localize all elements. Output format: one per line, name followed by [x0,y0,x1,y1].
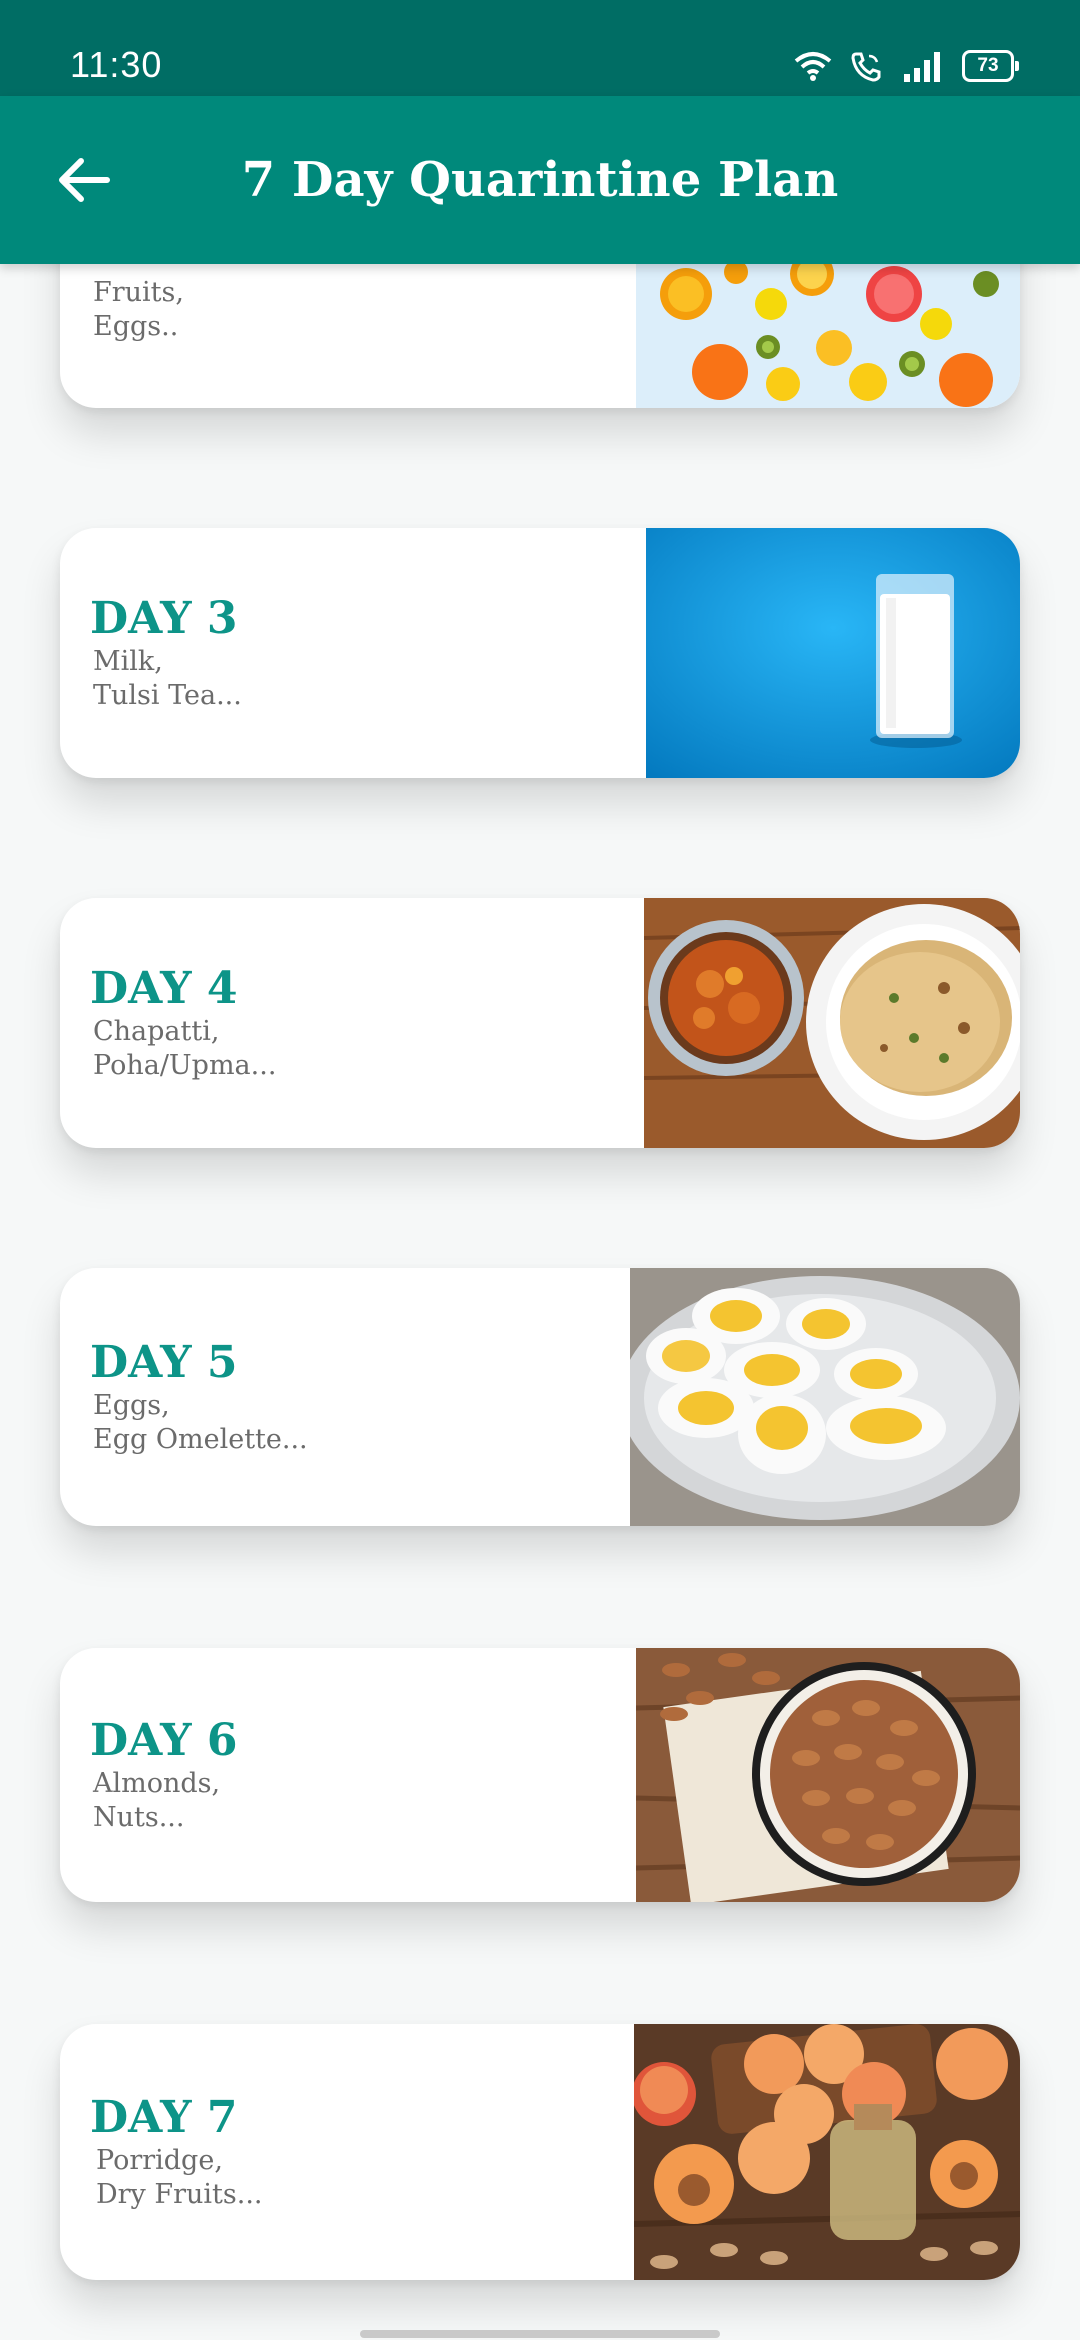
day-card-4[interactable]: DAY 4 Chapatti, Poha/Upma... [60,898,1020,1148]
card-text: DAY 3 Milk, Tulsi Tea... [90,528,242,778]
day-title: DAY 7 [90,2092,238,2143]
plan-list: Fruits, Eggs.. DAY 3 Milk, Tulsi Tea... … [0,264,1080,2340]
status-bar: 11:30 73 [0,0,1080,96]
citrus-fruits-photo [636,264,1020,408]
day-card-5[interactable]: DAY 5 Eggs, Egg Omelette... [60,1268,1020,1526]
day-title: DAY 5 [90,1337,238,1388]
status-time: 11:30 [70,44,163,85]
wifi-icon [794,52,832,81]
card-text: DAY 4 Chapatti, Poha/Upma... [90,898,276,1148]
glass-of-milk-photo [646,528,1020,778]
chapati-and-curry-photo [644,898,1020,1148]
card-text: DAY 6 Almonds, Nuts... [90,1648,237,1902]
signal-icon [904,52,940,82]
day-title: DAY 3 [90,593,238,644]
battery-icon: 73 [962,50,1019,82]
card-text: DAY 7 Porridge, Dry Fruits... [90,2024,263,2280]
day-title: DAY 6 [90,1715,238,1766]
almonds-bowl-photo [636,1648,1020,1902]
card-text: Fruits, Eggs.. [90,264,184,408]
wifi-calling-icon [851,52,881,82]
day-description: Almonds, Nuts... [93,1768,221,1833]
day-description: Chapatti, Poha/Upma... [93,1016,277,1081]
home-indicator[interactable] [360,2330,720,2338]
day-description: Fruits, Eggs.. [93,277,184,342]
app-bar: 7 Day Quarintine Plan [0,96,1080,264]
day-title: DAY 4 [90,963,238,1014]
status-icons: 73 [794,48,1019,84]
day-card-2[interactable]: Fruits, Eggs.. [60,264,1020,408]
day-card-6[interactable]: DAY 6 Almonds, Nuts... [60,1648,1020,1902]
day-card-7[interactable]: DAY 7 Porridge, Dry Fruits... [60,2024,1020,2280]
day-description: Eggs, Egg Omelette... [93,1390,308,1455]
day-description: Milk, Tulsi Tea... [93,646,242,711]
boiled-eggs-photo [630,1268,1020,1526]
apricots-photo [634,2024,1020,2280]
day-card-3[interactable]: DAY 3 Milk, Tulsi Tea... [60,528,1020,778]
page-title: 7 Day Quarintine Plan [241,152,839,208]
day-description: Porridge, Dry Fruits... [96,2145,263,2210]
card-text: DAY 5 Eggs, Egg Omelette... [90,1268,308,1526]
